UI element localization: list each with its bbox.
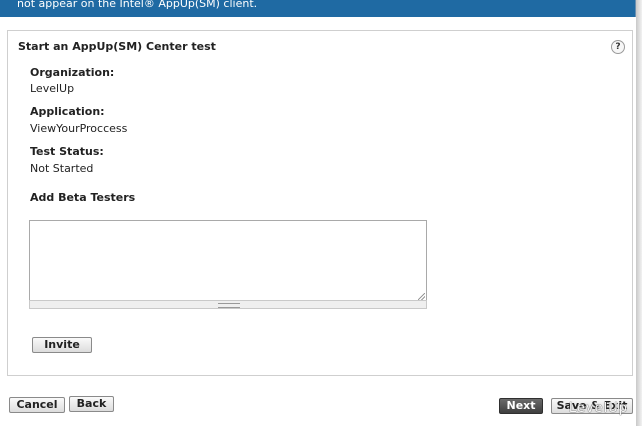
application-value: ViewYourProccess [30, 122, 128, 135]
grip-icon [218, 303, 240, 308]
info-banner: not appear on the Intel® AppUp(SM) clien… [0, 0, 636, 17]
test-status-value: Not Started [30, 162, 94, 175]
resize-handle-icon[interactable] [418, 293, 425, 300]
textarea-resize-bar[interactable] [29, 300, 427, 309]
organization-value: LevelUp [30, 82, 75, 95]
test-status-label: Test Status: [30, 145, 104, 158]
panel-title: Start an AppUp(SM) Center test [18, 40, 216, 53]
beta-testers-label: Add Beta Testers [30, 191, 136, 204]
back-button[interactable]: Back [69, 396, 114, 412]
invite-button[interactable]: Invite [32, 337, 92, 353]
test-panel: Start an AppUp(SM) Center test ? Organiz… [7, 30, 633, 376]
beta-testers-input[interactable] [29, 220, 427, 301]
application-label: Application: [30, 105, 105, 118]
cancel-button[interactable]: Cancel [9, 397, 65, 413]
help-icon[interactable]: ? [611, 40, 625, 54]
save-exit-button[interactable]: Save & Exit [551, 398, 633, 414]
organization-label: Organization: [30, 66, 115, 79]
banner-text: not appear on the Intel® AppUp(SM) clien… [17, 0, 258, 10]
next-button[interactable]: Next [499, 398, 543, 414]
window-shadow [636, 0, 642, 426]
